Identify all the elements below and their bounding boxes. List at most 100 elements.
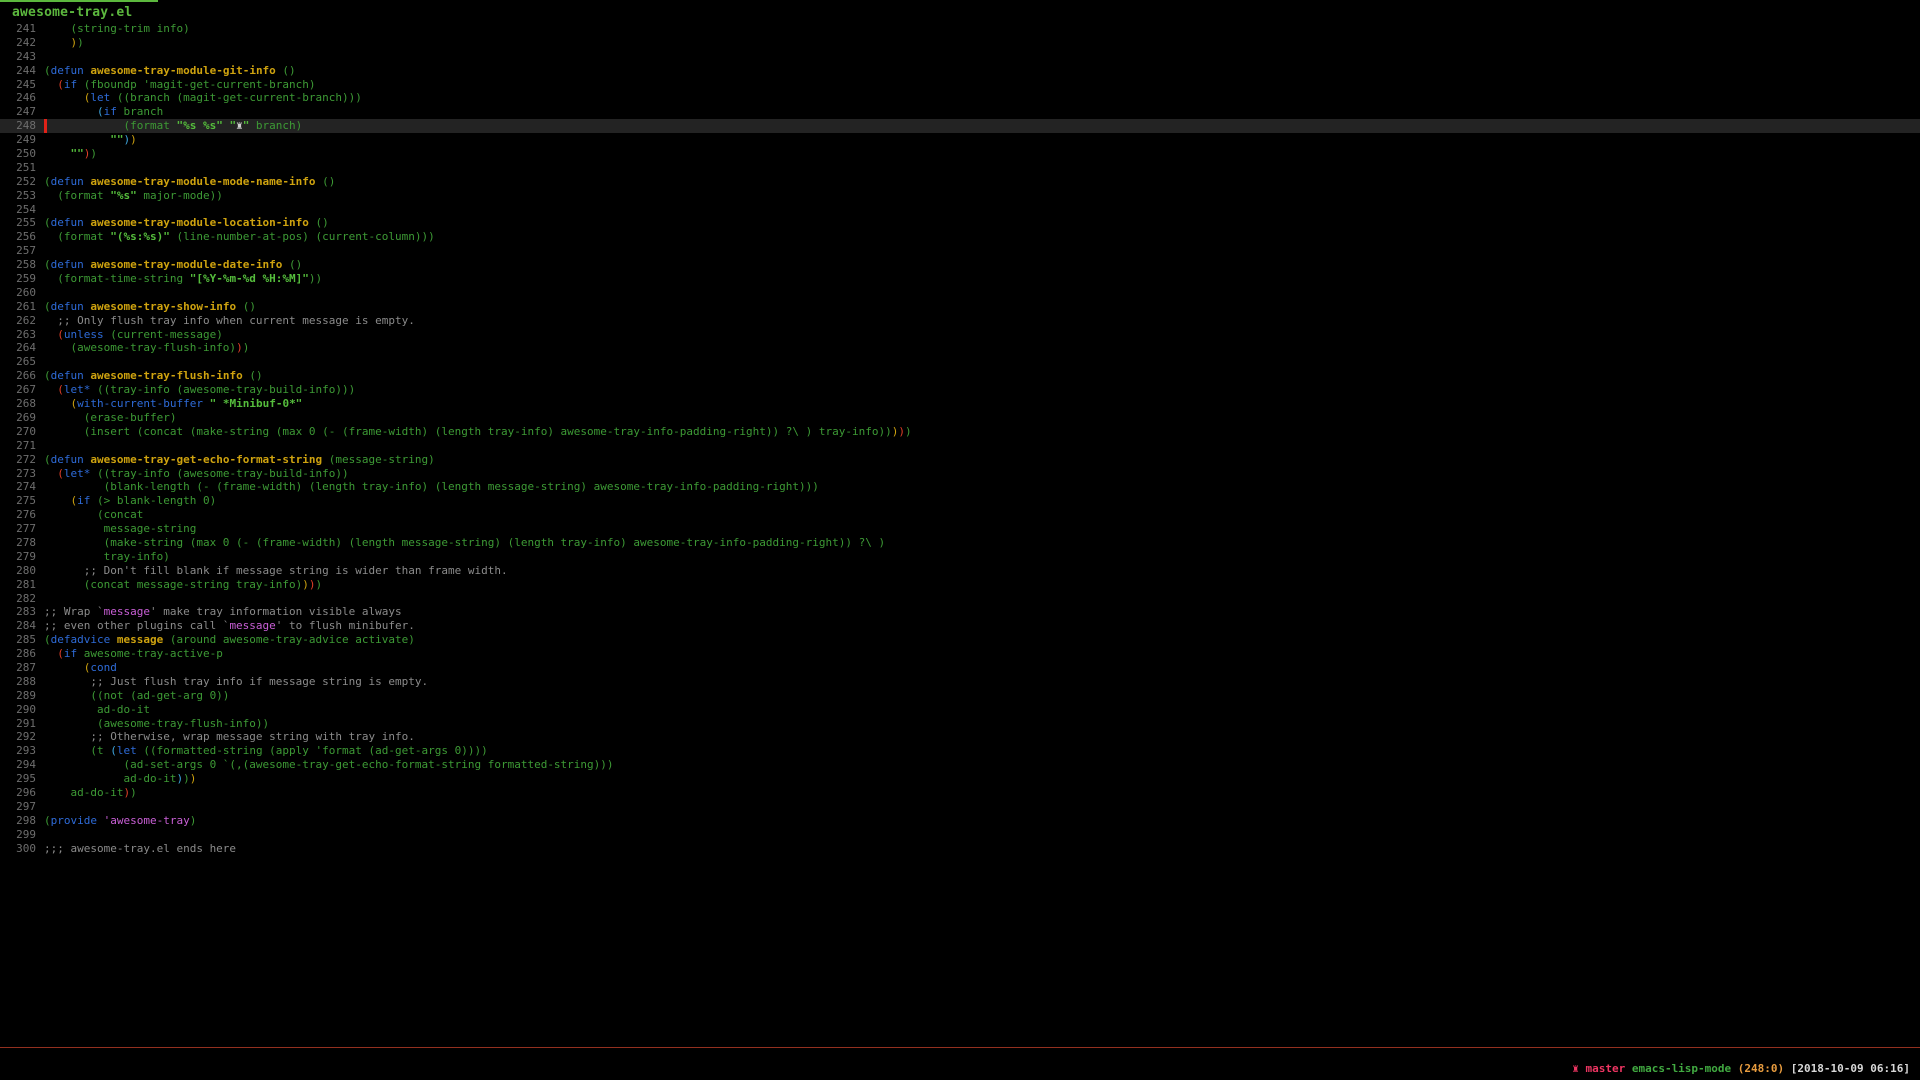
code-line-275[interactable]: 275 (if (> blank-length 0) — [0, 494, 1920, 508]
line-number: 263 — [0, 328, 36, 342]
code-line-297[interactable]: 297 — [0, 800, 1920, 814]
code-line-249[interactable]: 249 "")) — [0, 133, 1920, 147]
code-segment: ♜ — [236, 119, 243, 132]
code-line-271[interactable]: 271 — [0, 439, 1920, 453]
code-line-291[interactable]: 291 (awesome-tray-flush-info)) — [0, 717, 1920, 731]
code-segment: ( — [44, 258, 51, 271]
line-number: 294 — [0, 758, 36, 772]
code-line-259[interactable]: 259 (format-time-string "[%Y-%m-%d %H:%M… — [0, 272, 1920, 286]
code-line-262[interactable]: 262 ;; Only flush tray info when current… — [0, 314, 1920, 328]
code-line-283[interactable]: 283;; Wrap `message' make tray informati… — [0, 605, 1920, 619]
code-segment: (format-time-string — [44, 272, 190, 285]
code-line-282[interactable]: 282 — [0, 592, 1920, 606]
code-line-286[interactable]: 286 (if awesome-tray-active-p — [0, 647, 1920, 661]
code-line-243[interactable]: 243 — [0, 50, 1920, 64]
code-line-267[interactable]: 267 (let* ((tray-info (awesome-tray-buil… — [0, 383, 1920, 397]
buffer-tab[interactable]: awesome-tray.el — [0, 0, 158, 21]
code-segment: awesome-tray-show-info — [90, 300, 236, 313]
code-segment: tray-info) — [44, 550, 170, 563]
code-line-261[interactable]: 261(defun awesome-tray-show-info () — [0, 300, 1920, 314]
code-line-245[interactable]: 245 (if (fboundp 'magit-get-current-bran… — [0, 78, 1920, 92]
buffer-header: awesome-tray.el — [0, 0, 158, 21]
code-segment: awesome-tray-module-date-info — [90, 258, 282, 271]
code-segment: ) — [183, 772, 190, 785]
line-number: 264 — [0, 341, 36, 355]
code-segment: (> blank-length 0) — [90, 494, 216, 507]
code-line-285[interactable]: 285(defadvice message (around awesome-tr… — [0, 633, 1920, 647]
code-line-252[interactable]: 252(defun awesome-tray-module-mode-name-… — [0, 175, 1920, 189]
code-line-253[interactable]: 253 (format "%s" major-mode)) — [0, 189, 1920, 203]
text-cursor — [44, 119, 47, 133]
code-segment: branch — [117, 105, 163, 118]
code-line-263[interactable]: 263 (unless (current-message) — [0, 328, 1920, 342]
code-line-300[interactable]: 300;;; awesome-tray.el ends here — [0, 842, 1920, 856]
code-line-246[interactable]: 246 (let ((branch (magit-get-current-bra… — [0, 91, 1920, 105]
buffer-title: awesome-tray.el — [12, 5, 132, 20]
code-line-266[interactable]: 266(defun awesome-tray-flush-info () — [0, 369, 1920, 383]
code-line-294[interactable]: 294 (ad-set-args 0 `(,(awesome-tray-get-… — [0, 758, 1920, 772]
code-line-293[interactable]: 293 (t (let ((formatted-string (apply 'f… — [0, 744, 1920, 758]
code-line-296[interactable]: 296 ad-do-it)) — [0, 786, 1920, 800]
line-number: 300 — [0, 842, 36, 856]
code-line-288[interactable]: 288 ;; Just flush tray info if message s… — [0, 675, 1920, 689]
code-line-287[interactable]: 287 (cond — [0, 661, 1920, 675]
code-text: (defun awesome-tray-module-date-info () — [44, 258, 302, 272]
code-line-268[interactable]: 268 (with-current-buffer " *Minibuf-0*" — [0, 397, 1920, 411]
code-segment: (make-string (max 0 (- (frame-width) (le… — [44, 536, 885, 549]
code-line-290[interactable]: 290 ad-do-it — [0, 703, 1920, 717]
code-line-284[interactable]: 284;; even other plugins call `message' … — [0, 619, 1920, 633]
code-line-264[interactable]: 264 (awesome-tray-flush-info))) — [0, 341, 1920, 355]
code-line-289[interactable]: 289 ((not (ad-get-arg 0)) — [0, 689, 1920, 703]
code-area[interactable]: 241 (string-trim info)242 ))243244(defun… — [0, 22, 1920, 855]
code-line-258[interactable]: 258(defun awesome-tray-module-date-info … — [0, 258, 1920, 272]
code-line-256[interactable]: 256 (format "(%s:%s)" (line-number-at-po… — [0, 230, 1920, 244]
code-segment: awesome-tray-module-location-info — [90, 216, 309, 229]
code-line-273[interactable]: 273 (let* ((tray-info (awesome-tray-buil… — [0, 467, 1920, 481]
line-number: 270 — [0, 425, 36, 439]
code-segment: )) — [309, 272, 322, 285]
code-line-269[interactable]: 269 (erase-buffer) — [0, 411, 1920, 425]
code-line-257[interactable]: 257 — [0, 244, 1920, 258]
code-line-265[interactable]: 265 — [0, 355, 1920, 369]
code-line-244[interactable]: 244(defun awesome-tray-module-git-info (… — [0, 64, 1920, 78]
code-text: (insert (concat (make-string (max 0 (- (… — [44, 425, 912, 439]
code-line-248[interactable]: 248 (format "%s %s" "♜" branch) — [0, 119, 1920, 133]
code-text: ad-do-it)) — [44, 786, 137, 800]
code-line-277[interactable]: 277 message-string — [0, 522, 1920, 536]
code-line-292[interactable]: 292 ;; Otherwise, wrap message string wi… — [0, 730, 1920, 744]
code-line-298[interactable]: 298(provide 'awesome-tray) — [0, 814, 1920, 828]
line-number: 244 — [0, 64, 36, 78]
code-line-250[interactable]: 250 "")) — [0, 147, 1920, 161]
code-line-270[interactable]: 270 (insert (concat (make-string (max 0 … — [0, 425, 1920, 439]
code-line-254[interactable]: 254 — [0, 203, 1920, 217]
code-line-295[interactable]: 295 ad-do-it))) — [0, 772, 1920, 786]
awesome-tray-statusbar: ♜ master emacs-lisp-mode (248:0) [2018-1… — [1572, 1062, 1910, 1075]
code-line-274[interactable]: 274 (blank-length (- (frame-width) (leng… — [0, 480, 1920, 494]
code-line-280[interactable]: 280 ;; Don't fill blank if message strin… — [0, 564, 1920, 578]
code-segment: () — [236, 300, 256, 313]
code-line-281[interactable]: 281 (concat message-string tray-info)))) — [0, 578, 1920, 592]
code-line-279[interactable]: 279 tray-info) — [0, 550, 1920, 564]
line-number: 247 — [0, 105, 36, 119]
code-segment — [44, 133, 110, 146]
code-segment: ' make tray information visible always — [150, 605, 402, 618]
code-line-276[interactable]: 276 (concat — [0, 508, 1920, 522]
cursor-location: (248:0) — [1738, 1062, 1784, 1075]
code-text: (blank-length (- (frame-width) (length t… — [44, 480, 819, 494]
code-line-251[interactable]: 251 — [0, 161, 1920, 175]
code-line-260[interactable]: 260 — [0, 286, 1920, 300]
line-number: 277 — [0, 522, 36, 536]
code-text: (string-trim info) — [44, 22, 190, 36]
code-segment: 'awesome-tray — [104, 814, 190, 827]
code-line-255[interactable]: 255(defun awesome-tray-module-location-i… — [0, 216, 1920, 230]
code-segment: ) — [130, 786, 137, 799]
line-number: 252 — [0, 175, 36, 189]
code-segment: (message-string) — [322, 453, 435, 466]
code-line-242[interactable]: 242 )) — [0, 36, 1920, 50]
code-line-241[interactable]: 241 (string-trim info) — [0, 22, 1920, 36]
code-segment: with-current-buffer — [77, 397, 203, 410]
code-line-247[interactable]: 247 (if branch — [0, 105, 1920, 119]
code-line-299[interactable]: 299 — [0, 828, 1920, 842]
code-line-272[interactable]: 272(defun awesome-tray-get-echo-format-s… — [0, 453, 1920, 467]
code-line-278[interactable]: 278 (make-string (max 0 (- (frame-width)… — [0, 536, 1920, 550]
